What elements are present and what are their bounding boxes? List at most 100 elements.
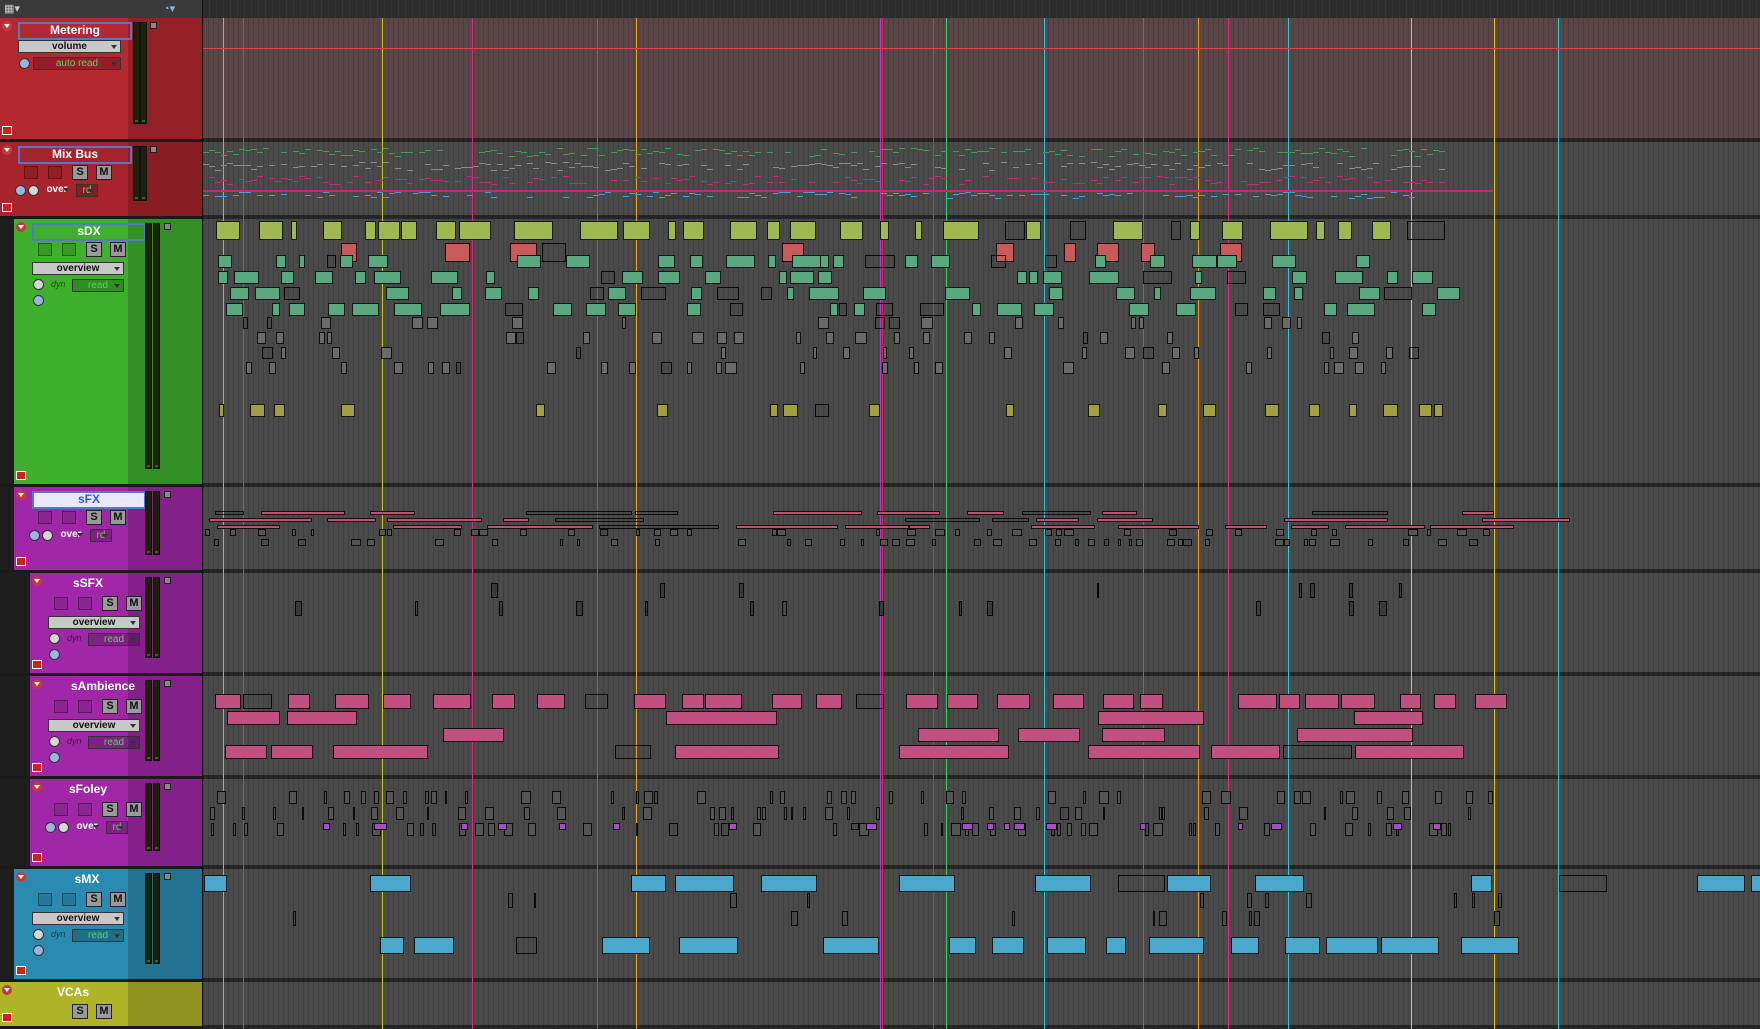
audio-clip[interactable]	[1291, 525, 1329, 529]
audio-clip[interactable]	[1211, 745, 1280, 759]
meter-handle[interactable]	[164, 223, 171, 230]
audio-clip[interactable]	[394, 362, 403, 374]
audio-clip[interactable]	[374, 271, 401, 284]
record-arm-button[interactable]	[38, 511, 52, 524]
audio-clip[interactable]	[1153, 911, 1155, 926]
audio-clip[interactable]	[1310, 823, 1316, 836]
audio-clip[interactable]	[1075, 807, 1082, 820]
automation-mode-selector[interactable]: rd	[90, 529, 112, 542]
meter-handle[interactable]	[164, 873, 171, 880]
audio-clip[interactable]	[772, 694, 802, 709]
audio-clip[interactable]	[601, 271, 615, 284]
audio-clip[interactable]	[1231, 937, 1259, 954]
audio-clip[interactable]	[219, 404, 224, 417]
audio-clip[interactable]	[246, 362, 252, 374]
audio-clip[interactable]	[622, 317, 626, 329]
audio-clip[interactable]	[335, 694, 369, 709]
timeline-area[interactable]	[203, 18, 1760, 1029]
audio-clip[interactable]	[1159, 911, 1167, 926]
mute-button[interactable]: M	[110, 892, 126, 907]
audio-clip[interactable]	[243, 694, 272, 709]
audio-clip[interactable]	[815, 404, 829, 417]
audio-clip[interactable]	[1387, 271, 1398, 284]
audio-clip[interactable]	[1006, 404, 1014, 417]
audio-clip[interactable]	[1352, 807, 1358, 820]
audio-clip[interactable]	[1559, 875, 1607, 892]
audio-clip[interactable]	[1118, 539, 1121, 546]
meter-handle[interactable]	[164, 783, 171, 790]
audio-clip[interactable]	[661, 362, 672, 374]
automation-clock-icon[interactable]	[49, 649, 60, 660]
audio-clip[interactable]	[1438, 539, 1447, 546]
audio-clip[interactable]	[615, 745, 651, 759]
audio-clip[interactable]	[1294, 791, 1301, 804]
audio-clip[interactable]	[1349, 601, 1354, 616]
audio-clip[interactable]	[921, 791, 924, 804]
audio-clip[interactable]	[394, 303, 422, 316]
audio-clip[interactable]	[679, 937, 738, 954]
mode-selector[interactable]: over	[72, 821, 102, 834]
collapse-toggle-icon[interactable]	[32, 679, 42, 689]
audio-clip[interactable]	[636, 791, 639, 804]
audio-clip[interactable]	[516, 937, 537, 954]
audio-clip[interactable]	[1035, 875, 1091, 892]
audio-clip[interactable]	[618, 303, 636, 316]
lane-mixbus[interactable]	[203, 142, 1760, 216]
audio-clip[interactable]	[1222, 911, 1227, 926]
audio-clip[interactable]	[1246, 362, 1252, 374]
audio-clip[interactable]	[734, 332, 744, 344]
audio-clip[interactable]	[1124, 529, 1131, 536]
audio-clip[interactable]	[1075, 539, 1079, 546]
audio-clip[interactable]	[780, 791, 785, 804]
audio-clip[interactable]	[1034, 303, 1054, 316]
audio-clip[interactable]	[1143, 347, 1154, 359]
audio-clip[interactable]	[1103, 807, 1105, 820]
audio-clip[interactable]	[1322, 332, 1330, 344]
audio-clip[interactable]	[1332, 529, 1337, 536]
audio-clip[interactable]	[967, 511, 1004, 515]
audio-clip[interactable]	[914, 362, 919, 374]
audio-clip[interactable]	[736, 525, 838, 529]
audio-clip[interactable]	[1359, 287, 1380, 300]
audio-clip[interactable]	[485, 807, 494, 820]
audio-clip[interactable]	[1345, 823, 1353, 836]
audio-clip[interactable]	[683, 221, 704, 240]
audio-clip[interactable]	[1195, 271, 1202, 284]
track-name-sfoley[interactable]: sFoley	[48, 783, 128, 797]
audio-clip[interactable]	[907, 529, 916, 536]
track-name-smx[interactable]: sMX	[32, 873, 142, 887]
audio-clip[interactable]	[716, 362, 722, 374]
lane-vcas[interactable]	[203, 982, 1760, 1026]
audio-clip[interactable]	[842, 911, 848, 926]
audio-clip[interactable]	[1400, 694, 1421, 709]
lane-ssfx[interactable]	[203, 573, 1760, 673]
audio-clip[interactable]	[1368, 823, 1371, 836]
audio-clip[interactable]	[622, 271, 643, 284]
audio-clip[interactable]	[1751, 875, 1760, 892]
audio-clip[interactable]	[1276, 529, 1284, 536]
audio-clip[interactable]	[1386, 347, 1393, 359]
audio-clip[interactable]	[1089, 271, 1119, 284]
audio-clip[interactable]	[1469, 539, 1478, 546]
audio-clip[interactable]	[854, 303, 865, 316]
star-icon[interactable]	[33, 929, 44, 940]
audio-clip[interactable]	[355, 271, 366, 284]
automation-clock-icon[interactable]	[33, 295, 44, 306]
audio-clip[interactable]	[365, 221, 376, 240]
audio-clip[interactable]	[608, 287, 626, 300]
audio-clip[interactable]	[1056, 529, 1062, 536]
audio-clip[interactable]	[805, 539, 812, 546]
audio-clip[interactable]	[634, 694, 666, 709]
solo-button[interactable]: S	[102, 802, 118, 817]
audio-clip[interactable]	[790, 221, 816, 240]
audio-clip[interactable]	[782, 601, 787, 616]
audio-clip[interactable]	[687, 362, 692, 374]
star-icon[interactable]	[28, 185, 39, 196]
audio-clip[interactable]	[816, 694, 842, 709]
star-icon[interactable]	[49, 633, 60, 644]
view-selector[interactable]: overview	[48, 616, 140, 629]
audio-clip[interactable]	[1098, 711, 1204, 725]
view-selector[interactable]: overview	[32, 262, 124, 275]
audio-clip[interactable]	[1294, 287, 1303, 300]
audio-clip[interactable]	[757, 807, 761, 820]
